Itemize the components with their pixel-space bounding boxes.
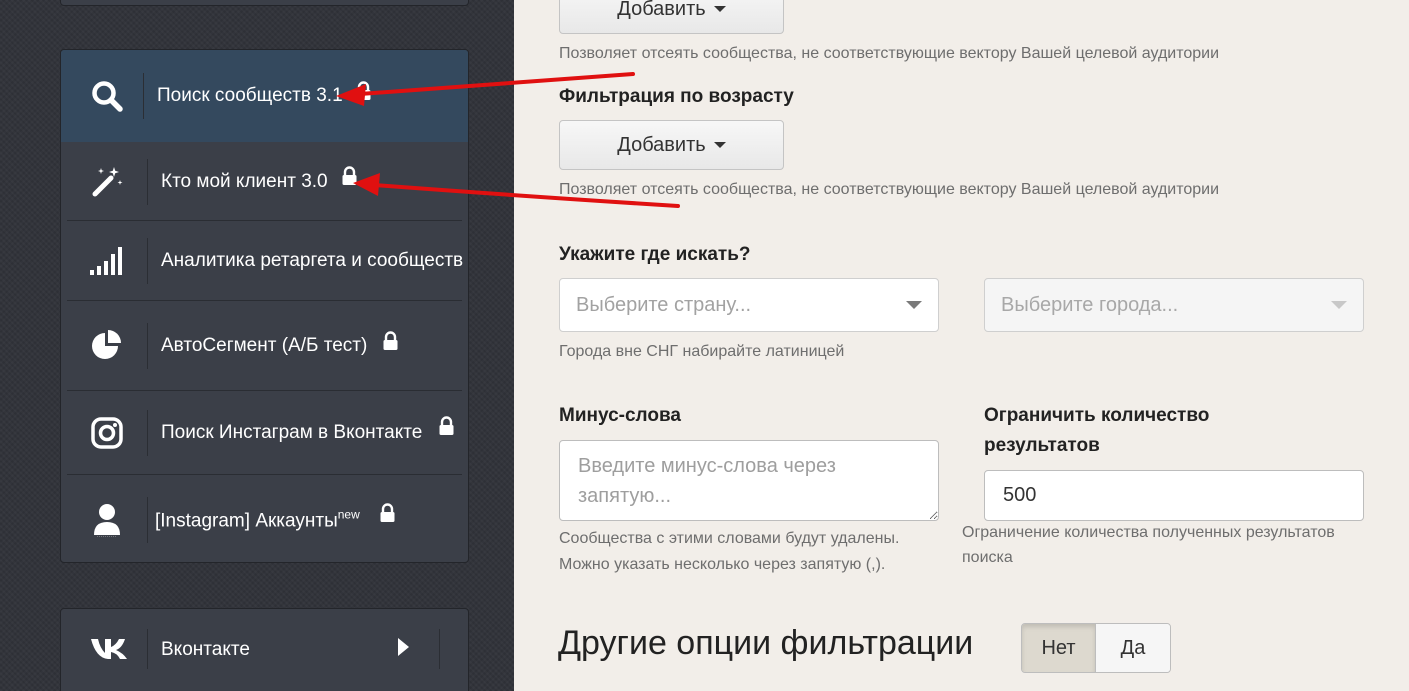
lock-icon bbox=[341, 166, 358, 186]
minus-words-help-2: Можно указать несколько через запятую (,… bbox=[559, 556, 886, 573]
location-help-text: Города вне СНГ набирайте латиницей bbox=[559, 343, 845, 360]
menu-item-retarget-analytics[interactable]: Аналитика ретаргета и сообществ bbox=[61, 221, 468, 301]
filter-help-text: Позволяет отсеять сообщества, не соответ… bbox=[559, 45, 1220, 62]
toggle-yes-button[interactable]: Да bbox=[1096, 624, 1170, 672]
menu-item-label: Аналитика ретаргета и сообществ bbox=[161, 250, 464, 271]
menu-item-community-search[interactable]: Поиск сообществ 3.1 bbox=[61, 50, 468, 142]
menu-divider bbox=[147, 410, 148, 456]
add-button-label: Добавить bbox=[617, 133, 706, 156]
limit-help-1: Ограничение количества полученных резуль… bbox=[962, 524, 1335, 541]
menu-item-label: АвтоСегмент (А/Б тест) bbox=[161, 335, 368, 356]
lock-icon bbox=[355, 81, 372, 101]
sidebar: Поиск сообществ 3.1 Кто мой клиент 3.0 А… bbox=[0, 0, 514, 691]
menu-divider bbox=[147, 323, 148, 369]
city-placeholder: Выберите города... bbox=[1001, 293, 1179, 316]
country-placeholder: Выберите страну... bbox=[576, 293, 752, 316]
city-select[interactable]: Выберите города... bbox=[984, 278, 1364, 332]
tools-menu: Поиск сообществ 3.1 Кто мой клиент 3.0 А… bbox=[60, 49, 469, 563]
user-icon bbox=[87, 502, 127, 538]
menu-item-instagram-accounts[interactable]: [Instagram] Аккаунтыnew bbox=[61, 475, 468, 562]
lock-icon bbox=[382, 331, 399, 351]
menu-divider bbox=[147, 496, 148, 543]
menu-divider bbox=[439, 629, 440, 669]
menu-item-label: Поиск сообществ 3.1 bbox=[157, 85, 343, 106]
menu-item-who-is-my-client[interactable]: Кто мой клиент 3.0 bbox=[61, 142, 468, 221]
minus-words-input[interactable] bbox=[559, 440, 939, 521]
add-filter-button[interactable]: Добавить bbox=[559, 0, 784, 34]
main-content: Добавить Позволяет отсеять сообщества, н… bbox=[514, 0, 1409, 691]
age-filter-help-text: Позволяет отсеять сообщества, не соответ… bbox=[559, 181, 1220, 198]
minus-words-heading: Минус-слова bbox=[559, 405, 681, 426]
lock-icon bbox=[379, 503, 396, 523]
country-select[interactable]: Выберите страну... bbox=[559, 278, 939, 332]
caret-down-icon bbox=[713, 142, 726, 148]
menu-item-label: [Instagram] Аккаунтыnew bbox=[155, 507, 360, 531]
signal-bars-icon bbox=[87, 243, 127, 279]
menu-item-instagram-search[interactable]: Поиск Инстаграм в Вконтакте bbox=[61, 391, 468, 475]
menu-divider bbox=[147, 158, 148, 205]
dropdown-arrow-icon bbox=[906, 301, 922, 309]
caret-down-icon bbox=[713, 6, 726, 12]
menu-item-autosegment[interactable]: АвтоСегмент (А/Б тест) bbox=[61, 301, 468, 391]
pie-chart-icon bbox=[87, 328, 127, 364]
menu-divider bbox=[143, 73, 144, 119]
instagram-icon bbox=[87, 415, 127, 451]
age-filter-heading: Фильтрация по возрасту bbox=[559, 86, 794, 107]
add-button-label: Добавить bbox=[617, 0, 706, 20]
add-age-filter-button[interactable]: Добавить bbox=[559, 120, 784, 170]
minus-words-help-1: Сообщества с этими словами будут удалены… bbox=[559, 530, 900, 547]
limit-heading-1: Ограничить количество bbox=[984, 405, 1210, 426]
dropdown-arrow-icon bbox=[1331, 301, 1347, 309]
vk-logo-icon bbox=[89, 627, 131, 669]
chevron-right-icon[interactable] bbox=[397, 637, 411, 657]
limit-heading-2: результатов bbox=[984, 435, 1100, 456]
vk-panel[interactable]: Вконтакте bbox=[60, 608, 469, 691]
sidebar-top-panel bbox=[60, 0, 469, 6]
menu-item-label: Кто мой клиент 3.0 bbox=[161, 170, 328, 192]
location-heading: Укажите где искать? bbox=[559, 244, 751, 265]
other-options-title: Другие опции фильтрации bbox=[558, 624, 974, 662]
result-limit-input[interactable] bbox=[984, 470, 1364, 521]
lock-icon bbox=[438, 416, 455, 436]
menu-item-label: Поиск Инстаграм в Вконтакте bbox=[161, 422, 423, 443]
limit-help-2: поиска bbox=[962, 549, 1013, 566]
other-options-toggle: Нет Да bbox=[1021, 623, 1171, 673]
toggle-no-button[interactable]: Нет bbox=[1022, 624, 1096, 672]
vk-label: Вконтакте bbox=[161, 639, 250, 660]
search-icon bbox=[87, 78, 127, 114]
magic-wand-icon bbox=[87, 164, 127, 200]
new-badge: new bbox=[337, 507, 360, 521]
menu-divider bbox=[147, 238, 148, 284]
menu-divider bbox=[147, 629, 148, 669]
